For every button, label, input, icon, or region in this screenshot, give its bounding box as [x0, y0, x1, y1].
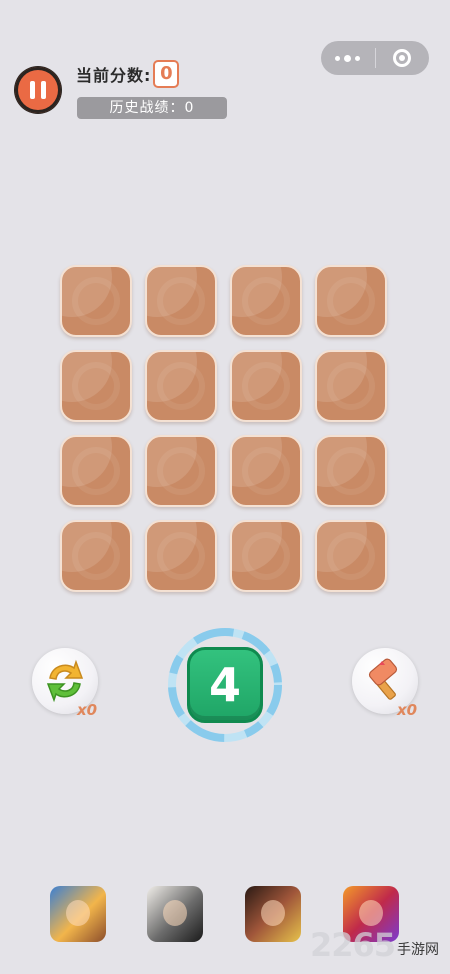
hammer-count: x0	[397, 701, 418, 719]
board-cell[interactable]	[60, 435, 132, 507]
score-label: 当前分数:	[76, 66, 152, 85]
watermark-text: 手游网	[397, 942, 439, 958]
watermark-logo: 2265	[310, 926, 396, 964]
close-button[interactable]	[376, 41, 430, 75]
board-cell[interactable]	[60, 350, 132, 422]
board-cell[interactable]	[60, 265, 132, 337]
board-cell[interactable]	[60, 520, 132, 592]
close-target-icon	[393, 49, 412, 67]
refresh-count: x0	[77, 701, 98, 719]
board-cell[interactable]	[145, 350, 217, 422]
next-number: 4	[208, 658, 241, 712]
score-display: 当前分数: 0	[76, 60, 180, 88]
board-cell[interactable]	[230, 265, 302, 337]
score-value: 0	[153, 60, 180, 88]
pause-button[interactable]	[15, 67, 61, 113]
more-dots-icon	[333, 54, 362, 62]
pause-icon	[30, 81, 35, 99]
mini-program-capsule	[321, 41, 429, 75]
board-cell[interactable]	[315, 520, 387, 592]
board-cell[interactable]	[230, 520, 302, 592]
board-cell[interactable]	[230, 350, 302, 422]
board-cell[interactable]	[315, 435, 387, 507]
game-icon-monkey-king[interactable]	[50, 886, 106, 942]
board-cell[interactable]	[315, 350, 387, 422]
history-record: 历史战绩：0	[77, 97, 227, 119]
game-icon-ink-warrior[interactable]	[147, 886, 203, 942]
board-cell[interactable]	[315, 265, 387, 337]
game-icon-warrior[interactable]	[245, 886, 301, 942]
board-cell[interactable]	[145, 435, 217, 507]
more-button[interactable]	[321, 41, 375, 75]
board-cell[interactable]	[230, 435, 302, 507]
board-cell[interactable]	[145, 520, 217, 592]
next-number-tile: 4	[187, 647, 263, 723]
game-board	[60, 265, 390, 595]
board-cell[interactable]	[145, 265, 217, 337]
